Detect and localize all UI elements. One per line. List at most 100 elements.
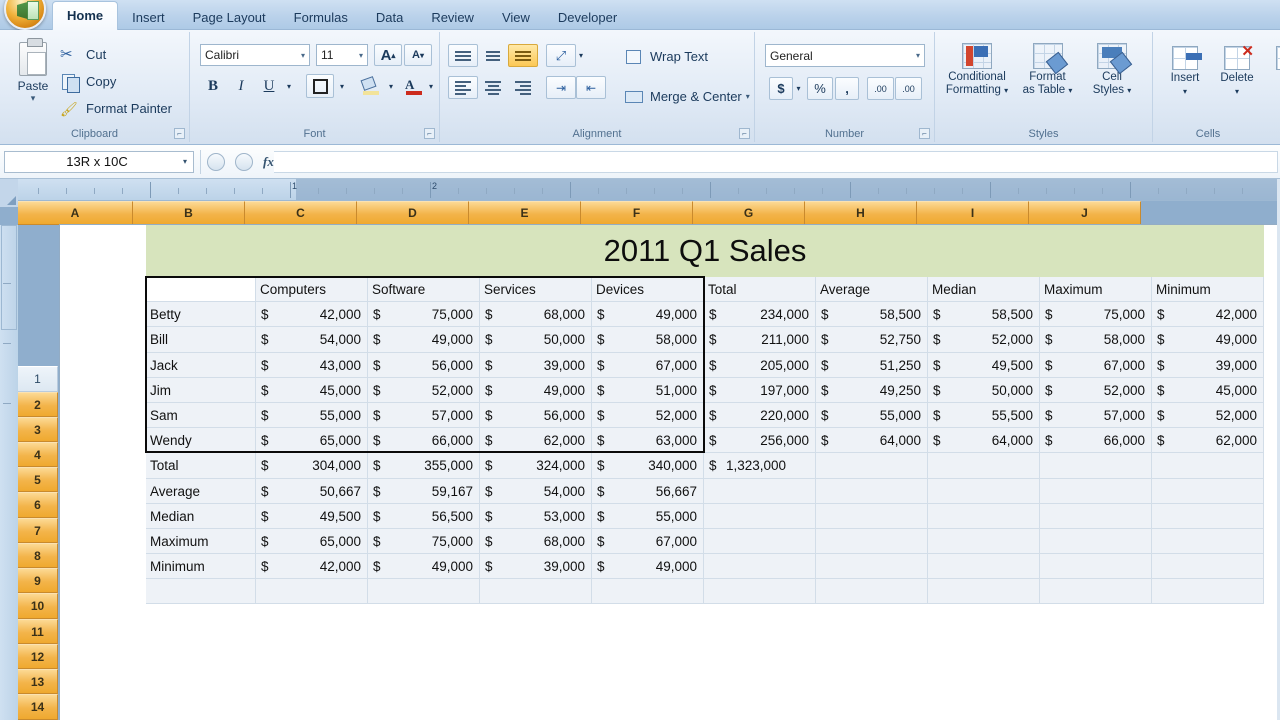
bold-button[interactable]: B xyxy=(200,74,226,98)
cell-summary-label-11[interactable]: Median xyxy=(146,504,256,529)
cell-software-6[interactable]: $52,000 xyxy=(368,378,480,403)
row-header-11[interactable]: 11 xyxy=(18,619,58,644)
align-top-button[interactable] xyxy=(448,44,478,67)
tab-home[interactable]: Home xyxy=(52,1,118,30)
cell-g14[interactable] xyxy=(816,579,928,604)
cell-maximum-5[interactable]: $67,000 xyxy=(1040,353,1152,378)
align-center-button[interactable] xyxy=(478,76,508,99)
cell-average-3[interactable]: $58,500 xyxy=(816,302,928,327)
cell-empty-11-3[interactable] xyxy=(1152,504,1264,529)
cell-empty-10-3[interactable] xyxy=(1152,479,1264,504)
cell-name-7[interactable]: Sam xyxy=(146,403,256,428)
cell-total-4[interactable]: $211,000 xyxy=(704,327,816,352)
cell-services-7[interactable]: $56,000 xyxy=(480,403,592,428)
sheet-title-cell[interactable]: 2011 Q1 Sales xyxy=(146,225,1264,277)
row-header-14[interactable]: 14 xyxy=(18,694,58,720)
cell-software-13[interactable]: $49,000 xyxy=(368,554,480,579)
cell-empty-10-1[interactable] xyxy=(928,479,1040,504)
cell-h2[interactable]: Median xyxy=(928,277,1040,302)
row-header-3[interactable]: 3 xyxy=(18,417,58,442)
insert-dropdown-caret[interactable]: ▾ xyxy=(1159,85,1211,98)
cell-services-5[interactable]: $39,000 xyxy=(480,353,592,378)
shrink-font-button[interactable]: A▾ xyxy=(404,44,432,66)
cell-maximum-7[interactable]: $57,000 xyxy=(1040,403,1152,428)
underline-button[interactable]: U xyxy=(256,74,282,98)
cell-services-3[interactable]: $68,000 xyxy=(480,302,592,327)
wrap-text-button[interactable]: Wrap Text xyxy=(624,44,708,69)
cell-total-5[interactable]: $205,000 xyxy=(704,353,816,378)
borders-button[interactable] xyxy=(306,74,334,98)
cell-devices-11[interactable]: $55,000 xyxy=(592,504,704,529)
number-dialog-launcher[interactable]: ⌐ xyxy=(919,128,930,139)
cell-i14[interactable] xyxy=(1040,579,1152,604)
clipboard-dialog-launcher[interactable]: ⌐ xyxy=(174,128,185,139)
copy-button[interactable]: Copy xyxy=(60,69,116,94)
cell-software-3[interactable]: $75,000 xyxy=(368,302,480,327)
decrease-indent-button[interactable]: ⇥ xyxy=(546,76,576,99)
cell-services-4[interactable]: $50,000 xyxy=(480,327,592,352)
cell-name-6[interactable]: Jim xyxy=(146,378,256,403)
cell-f14[interactable] xyxy=(704,579,816,604)
cell-summary-label-10[interactable]: Average xyxy=(146,479,256,504)
row-header-9[interactable]: 9 xyxy=(18,568,58,593)
cell-j14[interactable] xyxy=(1152,579,1264,604)
tab-review[interactable]: Review xyxy=(417,5,488,30)
cell-empty-9-2[interactable] xyxy=(1040,453,1152,478)
cell-devices-5[interactable]: $67,000 xyxy=(592,353,704,378)
column-header-a[interactable]: A xyxy=(18,201,133,225)
cell-software-12[interactable]: $75,000 xyxy=(368,529,480,554)
fill-color-button[interactable] xyxy=(358,74,384,98)
cell-name-4[interactable]: Bill xyxy=(146,327,256,352)
row-header-1[interactable]: 1 xyxy=(18,366,58,392)
column-header-d[interactable]: D xyxy=(357,201,469,225)
cell-computers-6[interactable]: $45,000 xyxy=(256,378,368,403)
cell-b2[interactable]: Computers xyxy=(256,277,368,302)
delete-cells-button[interactable]: ✕ Delete ▾ xyxy=(1211,42,1263,98)
cell-average-5[interactable]: $51,250 xyxy=(816,353,928,378)
format-cells-button[interactable]: Fo xyxy=(1263,42,1280,85)
cell-total-10[interactable] xyxy=(704,479,816,504)
italic-button[interactable]: I xyxy=(228,74,254,98)
cell-average-4[interactable]: $52,750 xyxy=(816,327,928,352)
paste-dropdown-caret[interactable]: ▾ xyxy=(8,93,58,104)
cell-average-7[interactable]: $55,000 xyxy=(816,403,928,428)
cell-empty-12-3[interactable] xyxy=(1152,529,1264,554)
cell-c14[interactable] xyxy=(368,579,480,604)
cell-computers-9[interactable]: $304,000 xyxy=(256,453,368,478)
merge-center-button[interactable]: Merge & Center ▾ xyxy=(624,84,750,109)
cell-computers-11[interactable]: $49,500 xyxy=(256,504,368,529)
orientation-dropdown-caret[interactable]: ▾ xyxy=(574,44,588,67)
row-header-8[interactable]: 8 xyxy=(18,543,58,568)
decrease-decimal-button[interactable]: .00 xyxy=(895,77,922,100)
cell-styles-button[interactable]: Cell Styles ▾ xyxy=(1083,40,1141,97)
align-middle-button[interactable] xyxy=(478,44,508,67)
cell-computers-10[interactable]: $50,667 xyxy=(256,479,368,504)
cell-total-7[interactable]: $220,000 xyxy=(704,403,816,428)
tab-insert[interactable]: Insert xyxy=(118,5,179,30)
conditional-formatting-button[interactable]: Conditional Formatting ▾ xyxy=(941,40,1013,97)
increase-indent-button[interactable]: ⇤ xyxy=(576,76,606,99)
column-header-b[interactable]: B xyxy=(133,201,245,225)
cell-empty-9-3[interactable] xyxy=(1152,453,1264,478)
cell-computers-5[interactable]: $43,000 xyxy=(256,353,368,378)
cell-empty-9-1[interactable] xyxy=(928,453,1040,478)
alignment-dialog-launcher[interactable]: ⌐ xyxy=(739,128,750,139)
cell-computers-3[interactable]: $42,000 xyxy=(256,302,368,327)
cell-minimum-8[interactable]: $62,000 xyxy=(1152,428,1264,453)
enter-formula-icon[interactable] xyxy=(235,153,253,171)
cell-minimum-7[interactable]: $52,000 xyxy=(1152,403,1264,428)
cell-software-7[interactable]: $57,000 xyxy=(368,403,480,428)
cell-e14[interactable] xyxy=(592,579,704,604)
cell-software-11[interactable]: $56,500 xyxy=(368,504,480,529)
font-name-combo[interactable]: Calibri ▾ xyxy=(200,44,310,66)
cell-median-4[interactable]: $52,000 xyxy=(928,327,1040,352)
cell-minimum-4[interactable]: $49,000 xyxy=(1152,327,1264,352)
cell-devices-9[interactable]: $340,000 xyxy=(592,453,704,478)
cell-minimum-6[interactable]: $45,000 xyxy=(1152,378,1264,403)
cell-d2[interactable]: Services xyxy=(480,277,592,302)
row-header-10[interactable]: 10 xyxy=(18,593,58,619)
name-box[interactable]: 13R x 10C ▾ xyxy=(4,151,194,173)
cell-computers-4[interactable]: $54,000 xyxy=(256,327,368,352)
grow-font-button[interactable]: A▴ xyxy=(374,44,402,66)
tab-data[interactable]: Data xyxy=(362,5,417,30)
